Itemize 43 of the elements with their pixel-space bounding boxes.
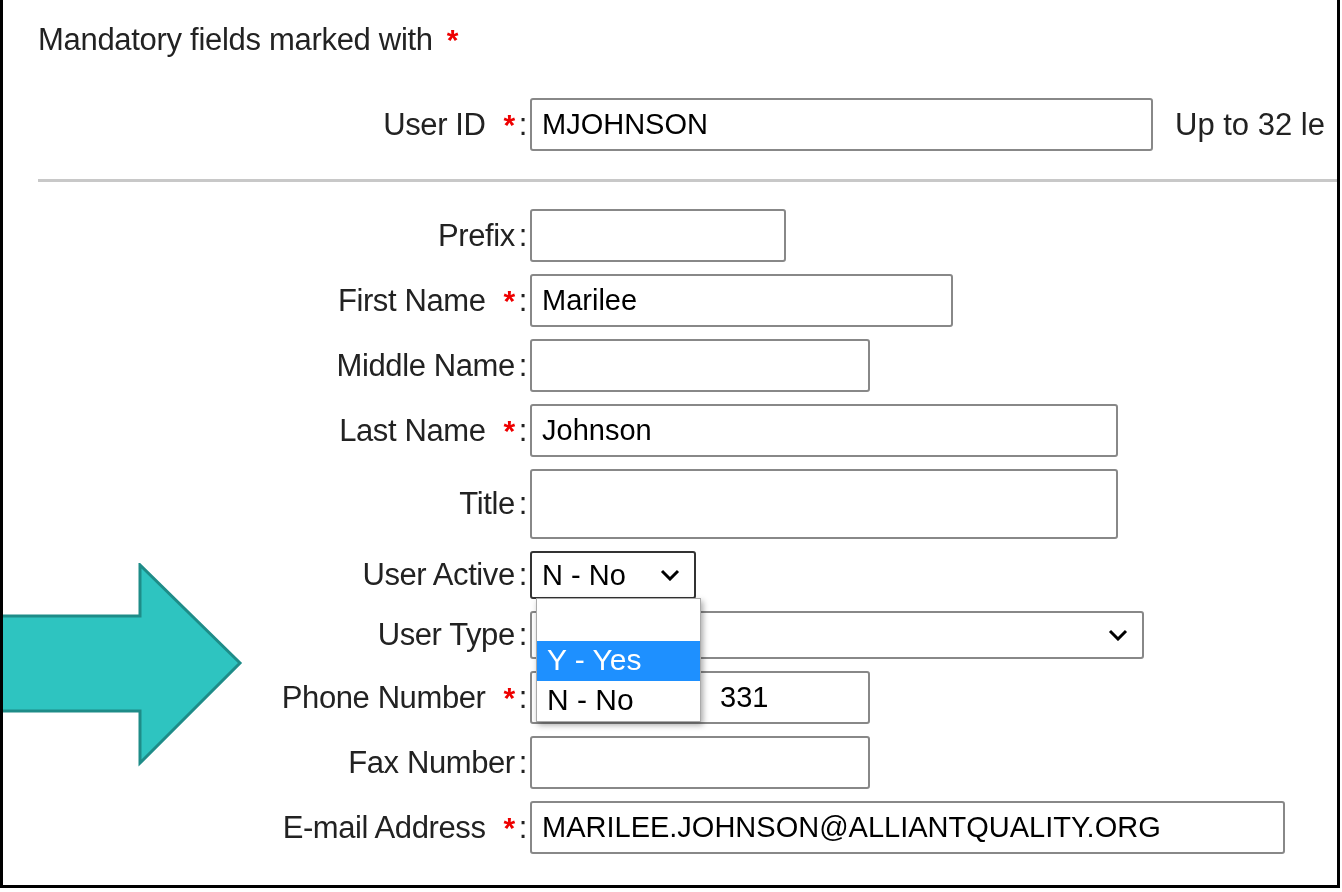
field-label: User Type <box>377 617 515 653</box>
required-marker: * <box>446 23 459 56</box>
field-label: First Name <box>337 282 486 319</box>
required-marker: * <box>503 283 515 318</box>
dropdown[interactable]: N - No <box>530 551 696 599</box>
colon-text: : <box>518 347 527 384</box>
input-field[interactable] <box>530 339 870 392</box>
user-id-field[interactable]: MJOHNSON <box>530 98 1153 151</box>
field-label: Last Name <box>339 412 486 449</box>
field-label: Fax Number <box>348 744 515 781</box>
input-field[interactable] <box>530 736 870 789</box>
field-label: E-mail Address <box>282 809 486 846</box>
required-marker: * <box>503 107 515 142</box>
input-field[interactable]: Johnson <box>530 404 1118 457</box>
text-area[interactable] <box>530 469 1118 539</box>
field-label: User ID <box>383 106 486 143</box>
field-label: Middle Name <box>336 347 515 384</box>
colon-text: : <box>518 809 527 846</box>
field-label: Phone Number <box>281 679 486 716</box>
field-label: Title <box>459 486 515 522</box>
input-field[interactable] <box>530 209 786 262</box>
colon-text: : <box>518 217 527 254</box>
input-field[interactable]: Marilee <box>530 274 953 327</box>
colon-text: : <box>518 106 527 143</box>
arrow-icon <box>3 563 245 768</box>
colon-text: : <box>518 557 527 593</box>
chevron-down-icon <box>660 569 680 581</box>
colon-text: : <box>518 617 527 653</box>
input-field[interactable]: MARILEE.JOHNSON@ALLIANTQUALITY.ORG <box>530 801 1285 854</box>
chevron-down-icon <box>1108 629 1128 641</box>
colon-text: : <box>518 412 527 449</box>
colon-text: : <box>518 744 527 781</box>
dropdown-option[interactable]: N - No <box>537 681 700 721</box>
required-marker: * <box>503 413 515 448</box>
field-label: Prefix <box>437 217 515 254</box>
colon-text: : <box>518 679 527 716</box>
colon-text: : <box>518 486 527 522</box>
hint-text: Up to 32 le <box>1175 106 1325 143</box>
required-marker: * <box>503 680 515 715</box>
instruction-text: Mandatory fields marked with <box>38 22 433 57</box>
field-label: User Active <box>362 557 515 593</box>
required-marker: * <box>503 810 515 845</box>
colon-text: : <box>518 282 527 319</box>
